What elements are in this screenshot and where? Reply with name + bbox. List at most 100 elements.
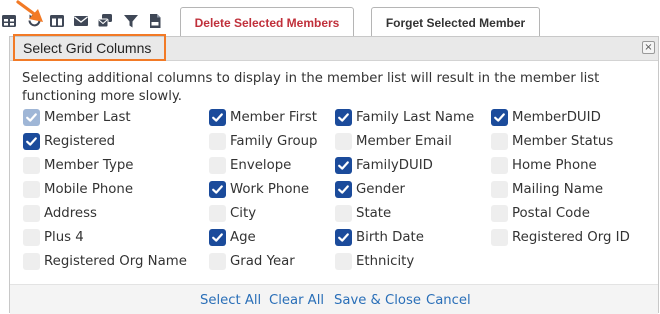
column-option[interactable]: FamilyDUID [335,155,433,175]
checkbox-unchecked[interactable] [335,204,352,222]
delete-selected-members-button[interactable]: Delete Selected Members [180,7,354,39]
select-grid-columns-dialog: Select Grid Columns × Selecting addition… [9,34,659,314]
column-option-label: Registered Org Name [44,253,187,269]
checkbox-checked[interactable] [209,180,226,198]
column-option-label: City [230,205,257,221]
column-option-label: Home Phone [512,157,597,173]
select-all-link[interactable]: Select All [200,293,261,308]
column-option[interactable]: Gender [335,179,405,199]
column-option-label: Member Status [512,133,614,149]
column-option-label: Grad Year [230,253,295,269]
checkbox-unchecked[interactable] [491,132,508,150]
column-option-label: MemberDUID [512,109,601,125]
email-icon[interactable] [73,13,89,29]
filter-icon[interactable] [123,13,139,29]
column-option-label: Mobile Phone [44,181,134,197]
column-option[interactable]: Plus 4 [23,227,84,247]
column-option-label: Mailing Name [512,181,604,197]
checkbox-unchecked[interactable] [491,204,508,222]
column-option[interactable]: State [335,203,391,223]
column-option[interactable]: Work Phone [209,179,309,199]
checkbox-unchecked[interactable] [209,156,226,174]
column-option[interactable]: Home Phone [491,155,597,175]
column-option[interactable]: Ethnicity [335,251,414,271]
column-option[interactable]: Registered Org ID [491,227,630,247]
column-option[interactable]: Member Email [335,131,452,151]
checkbox-checked[interactable] [491,108,508,126]
checkbox-unchecked[interactable] [491,180,508,198]
column-option-label: Member Last [44,109,131,125]
checkbox-unchecked[interactable] [335,132,352,150]
column-option[interactable]: Registered Org Name [23,251,187,271]
checkbox-checked[interactable] [335,108,352,126]
checkbox-unchecked[interactable] [23,228,40,246]
checkbox-checked[interactable] [335,180,352,198]
forget-selected-member-button[interactable]: Forget Selected Member [371,7,540,39]
column-option-label: State [356,205,392,221]
column-option-label: Plus 4 [44,229,84,245]
checkbox-checked[interactable] [209,108,226,126]
column-option-label: Address [44,205,97,221]
column-option[interactable]: Member Status [491,131,613,151]
column-option-label: Birth Date [356,229,424,245]
checkbox-unchecked[interactable] [491,156,508,174]
column-option[interactable]: Grad Year [209,251,295,271]
column-option[interactable]: Member Type [23,155,133,175]
checkbox-unchecked[interactable] [23,180,40,198]
messages-icon[interactable] [97,13,113,29]
checkbox-checked-disabled [23,108,40,126]
column-option-label: Registered [44,133,116,149]
column-option-label: Gender [356,181,405,197]
column-option-label: Postal Code [512,205,590,221]
column-option[interactable]: Family Group [209,131,318,151]
column-option-label: Ethnicity [356,253,415,269]
checkbox-unchecked[interactable] [23,204,40,222]
column-option[interactable]: Mailing Name [491,179,603,199]
close-icon[interactable]: × [642,41,655,54]
column-option-label: Family Last Name [356,109,475,125]
orange-arrow-annotation [16,0,50,26]
column-option-label: FamilyDUID [356,157,433,173]
column-option-label: Member Type [44,157,134,173]
column-option[interactable]: Envelope [209,155,291,175]
cancel-link[interactable]: Cancel [426,293,471,308]
column-option[interactable]: Address [23,203,97,223]
column-option[interactable]: MemberDUID [491,107,601,127]
dialog-title: Select Grid Columns [13,34,166,61]
column-option-label: Family Group [230,133,318,149]
checkbox-unchecked[interactable] [335,252,352,270]
column-option[interactable]: City [209,203,256,223]
column-option[interactable]: Member Last [23,107,131,127]
column-option[interactable]: Age [209,227,256,247]
save-close-link[interactable]: Save & Close [334,293,421,308]
dialog-footer: Select All Clear All Save & Close Cancel [10,284,658,314]
column-option-label: Envelope [230,157,292,173]
column-option[interactable]: Member First [209,107,317,127]
checkbox-checked[interactable] [23,132,40,150]
checkbox-unchecked[interactable] [209,132,226,150]
column-option[interactable]: Postal Code [491,203,590,223]
column-option[interactable]: Birth Date [335,227,424,247]
grid-icon[interactable] [1,13,17,29]
checkbox-unchecked[interactable] [491,228,508,246]
column-option-label: Registered Org ID [512,229,630,245]
checkbox-unchecked[interactable] [209,204,226,222]
column-option[interactable]: Registered [23,131,115,151]
checkbox-checked[interactable] [209,228,226,246]
columns-icon[interactable] [49,13,65,29]
export-icon[interactable] [147,13,163,29]
checkbox-unchecked[interactable] [23,156,40,174]
column-option-label: Work Phone [230,181,310,197]
column-option[interactable]: Mobile Phone [23,179,133,199]
checkbox-checked[interactable] [335,156,352,174]
column-option-label: Member Email [356,133,452,149]
checkbox-unchecked[interactable] [23,252,40,270]
column-option-label: Age [230,229,256,245]
dialog-header: Select Grid Columns × [10,34,658,61]
column-option[interactable]: Family Last Name [335,107,474,127]
checkbox-checked[interactable] [335,228,352,246]
checkbox-unchecked[interactable] [209,252,226,270]
dialog-message: Selecting additional columns to display … [22,71,600,104]
clear-all-link[interactable]: Clear All [269,293,324,308]
column-option-label: Member First [230,109,317,125]
